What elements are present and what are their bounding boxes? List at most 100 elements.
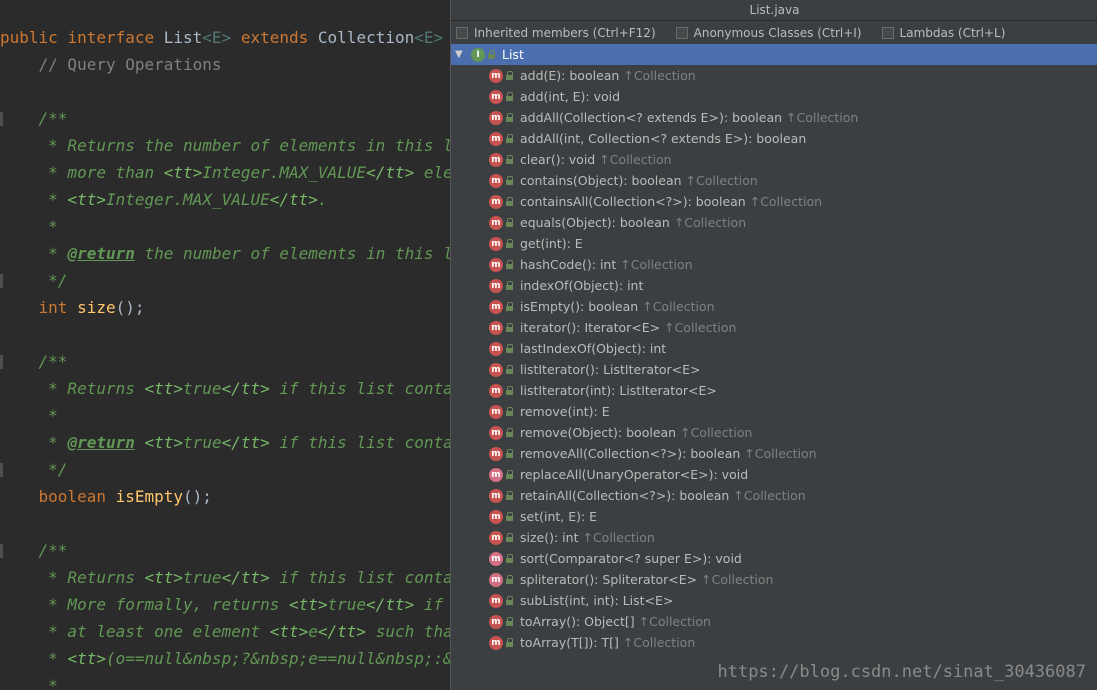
public-lock-icon <box>506 638 513 647</box>
checkbox[interactable] <box>456 26 468 39</box>
public-lock-icon <box>506 302 513 311</box>
inherited-from-label: ↑Collection <box>680 425 753 440</box>
method-row[interactable]: m replaceAll(UnaryOperator<E>): void <box>451 464 1097 485</box>
code-line[interactable]: int size(); <box>0 294 450 321</box>
code-line[interactable]: * <tt>(o==null&nbsp;?&nbsp;e==null&nbsp;… <box>0 645 450 672</box>
method-row[interactable]: m spliterator(): Spliterator<E> ↑Collectio… <box>451 569 1097 590</box>
method-icon: m <box>489 614 503 629</box>
method-row[interactable]: m remove(int): E <box>451 401 1097 422</box>
method-signature: listIterator(): ListIterator<E> <box>520 362 701 377</box>
code-line[interactable]: */ <box>0 456 450 483</box>
code-line[interactable]: * <box>0 213 450 240</box>
code-line[interactable]: * More formally, returns <tt>true</tt> i… <box>0 591 450 618</box>
method-signature: lastIndexOf(Object): int <box>520 341 667 356</box>
method-row[interactable]: m subList(int, int): List<E> <box>451 590 1097 611</box>
inherited-from-label: ↑Collection <box>664 320 737 335</box>
code-token: <tt> <box>269 622 309 641</box>
code-line[interactable]: // Query Operations <box>0 51 450 78</box>
code-line[interactable]: * at least one element <tt>e</tt> such t… <box>0 618 450 645</box>
code-token: true <box>183 379 222 398</box>
method-row[interactable]: m sort(Comparator<? super E>): void <box>451 548 1097 569</box>
method-row[interactable]: m add(int, E): void <box>451 86 1097 107</box>
code-token: </tt> <box>221 433 270 452</box>
filter-lambdas[interactable]: Lambdas (Ctrl+L) <box>881 26 1005 40</box>
filter-inherited-members[interactable]: Inherited members (Ctrl+F12) <box>456 26 656 40</box>
code-token: @return <box>67 433 135 452</box>
code-line[interactable]: * more than <tt>Integer.MAX_VALUE</tt> e… <box>0 159 450 186</box>
code-line[interactable] <box>0 321 450 348</box>
code-line[interactable]: /** <box>0 105 450 132</box>
code-line[interactable]: * @return the number of elements in this… <box>0 240 450 267</box>
expand-arrow-icon[interactable]: ▼ <box>455 49 465 60</box>
method-row[interactable]: m addAll(Collection<? extends E>): boolea… <box>451 107 1097 128</box>
method-row[interactable]: m toArray(): Object[] ↑Collection <box>451 611 1097 632</box>
interface-icon: I <box>471 47 485 62</box>
public-lock-icon <box>506 344 513 353</box>
code-line[interactable] <box>0 78 450 105</box>
method-row[interactable]: m clear(): void ↑Collection <box>451 149 1097 170</box>
code-line[interactable]: * @return <tt>true</tt> if this list con… <box>0 429 450 456</box>
code-line[interactable] <box>0 510 450 537</box>
checkbox[interactable] <box>881 26 894 39</box>
method-row[interactable]: m removeAll(Collection<?>): boolean ↑Colle… <box>451 443 1097 464</box>
method-row[interactable]: m get(int): E <box>451 233 1097 254</box>
method-signature: sort(Comparator<? super E>): void <box>520 551 742 566</box>
code-line[interactable]: boolean isEmpty(); <box>0 483 450 510</box>
code-line[interactable]: * <box>0 402 450 429</box>
public-lock-icon <box>506 407 513 416</box>
code-editor[interactable]: public interface List<E> extends Collect… <box>0 0 450 690</box>
code-token: List <box>163 28 203 47</box>
code-token: * <box>0 217 58 236</box>
method-row[interactable]: m listIterator(int): ListIterator<E> <box>451 380 1097 401</box>
checkbox[interactable] <box>675 26 688 39</box>
method-row[interactable]: m isEmpty(): boolean ↑Collection <box>451 296 1097 317</box>
filter-label: Inherited members (Ctrl+F12) <box>474 25 656 40</box>
method-row[interactable]: m addAll(int, Collection<? extends E>): b… <box>451 128 1097 149</box>
code-token: * <box>0 676 58 690</box>
method-row[interactable]: m contains(Object): boolean ↑Collection <box>451 170 1097 191</box>
code-line[interactable]: */ <box>0 267 450 294</box>
inherited-from-label: ↑Collection <box>620 257 693 272</box>
method-row[interactable]: m lastIndexOf(Object): int <box>451 338 1097 359</box>
method-row[interactable]: m indexOf(Object): int <box>451 275 1097 296</box>
public-lock-icon <box>506 176 513 185</box>
method-row[interactable]: m containsAll(Collection<?>): boolean ↑Col… <box>451 191 1097 212</box>
code-token: true <box>327 595 367 614</box>
file-structure-popup[interactable]: List.java Inherited members (Ctrl+F12) A… <box>450 0 1097 690</box>
method-row[interactable]: m listIterator(): ListIterator<E> <box>451 359 1097 380</box>
public-lock-icon <box>506 281 513 290</box>
tree-root-list[interactable]: ▼ I List <box>451 44 1097 65</box>
code-token: <tt> <box>144 568 184 587</box>
code-token: </tt> <box>366 595 415 614</box>
structure-tree[interactable]: ▼ I List m add(E): boolean ↑Collection m add… <box>451 44 1097 653</box>
method-row[interactable]: m toArray(T[]): T[] ↑Collection <box>451 632 1097 653</box>
method-signature: add(E): boolean <box>520 68 620 83</box>
code-token: */ <box>0 271 68 290</box>
method-row[interactable]: m iterator(): Iterator<E> ↑Collection <box>451 317 1097 338</box>
method-row[interactable]: m equals(Object): boolean ↑Collection <box>451 212 1097 233</box>
code-line[interactable]: * Returns the number of elements in this… <box>0 132 450 159</box>
code-line[interactable]: * Returns <tt>true</tt> if this list con… <box>0 375 450 402</box>
code-line[interactable]: /** <box>0 537 450 564</box>
code-token: if this list contains <box>279 568 450 587</box>
public-lock-icon <box>506 470 513 479</box>
filter-bar: Inherited members (Ctrl+F12) Anonymous C… <box>451 21 1097 44</box>
method-row[interactable]: m size(): int ↑Collection <box>451 527 1097 548</box>
method-icon: m <box>489 68 503 83</box>
method-row[interactable]: m hashCode(): int ↑Collection <box>451 254 1097 275</box>
method-signature: remove(Object): boolean <box>520 425 677 440</box>
code-line[interactable]: * <tt>Integer.MAX_VALUE</tt>. <box>0 186 450 213</box>
method-row[interactable]: m retainAll(Collection<?>): boolean ↑Colle… <box>451 485 1097 506</box>
code-token: true <box>183 433 222 452</box>
code-line[interactable]: * Returns <tt>true</tt> if this list con… <box>0 564 450 591</box>
public-lock-icon <box>506 239 513 248</box>
method-row[interactable]: m set(int, E): E <box>451 506 1097 527</box>
method-row[interactable]: m add(E): boolean ↑Collection <box>451 65 1097 86</box>
public-lock-icon <box>506 113 513 122</box>
method-row[interactable]: m remove(Object): boolean ↑Collection <box>451 422 1097 443</box>
code-line[interactable]: * <box>0 672 450 690</box>
code-line[interactable]: /** <box>0 348 450 375</box>
code-line[interactable]: public interface List<E> extends Collect… <box>0 24 450 51</box>
filter-anonymous-classes[interactable]: Anonymous Classes (Ctrl+I) <box>675 26 862 40</box>
